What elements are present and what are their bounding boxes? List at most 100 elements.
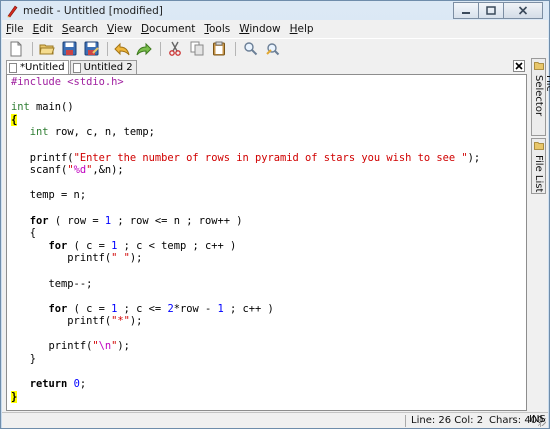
menu-search-mnemonic: S bbox=[61, 23, 69, 35]
code-line: scanf("%d",&n); bbox=[11, 164, 124, 177]
code-line: for ( row = 1 ; row <= n ; row++ ) bbox=[29, 214, 243, 227]
toolbar-separator bbox=[235, 41, 236, 56]
tab-untitled-2[interactable]: Untitled 2 bbox=[69, 60, 137, 74]
open-button[interactable] bbox=[39, 41, 55, 57]
new-file-button[interactable] bbox=[8, 41, 24, 57]
menu-edit[interactable]: Edit bbox=[33, 23, 53, 35]
code-line: printf(" "); bbox=[11, 252, 143, 265]
side-tab-label: File Selector bbox=[533, 75, 550, 117]
menu-search[interactable]: Search bbox=[62, 23, 98, 35]
code-line: printf("Enter the number of rows in pyra… bbox=[11, 151, 481, 164]
editor-frame: *Untitled Untitled 2 #include <stdio.h> … bbox=[2, 58, 529, 412]
code-line: temp--; bbox=[11, 277, 93, 290]
toolbar-separator bbox=[32, 41, 33, 56]
paste-button[interactable] bbox=[211, 41, 227, 57]
toolbar-separator bbox=[160, 41, 161, 56]
medit-app-icon bbox=[7, 5, 18, 17]
document-icon bbox=[9, 62, 17, 73]
document-tabs: *Untitled Untitled 2 bbox=[6, 60, 138, 74]
menu-search-label: earch bbox=[68, 23, 99, 35]
save-icon bbox=[62, 41, 76, 56]
menu-help-label: elp bbox=[297, 23, 314, 35]
side-panel: File Selector File List bbox=[529, 58, 550, 412]
menu-tools[interactable]: Tools bbox=[204, 23, 230, 35]
code-line: { bbox=[11, 227, 37, 240]
tab-file-selector[interactable]: File Selector bbox=[531, 58, 550, 136]
cut-button[interactable] bbox=[167, 41, 183, 57]
copy-icon bbox=[190, 41, 203, 56]
code-line: printf("*"); bbox=[11, 315, 143, 328]
tab-file-list[interactable]: File List bbox=[531, 138, 546, 194]
matched-brace: } bbox=[11, 390, 18, 403]
menu-document-label: ocument bbox=[149, 23, 196, 35]
menu-document[interactable]: Document bbox=[141, 23, 195, 35]
close-tab-button[interactable] bbox=[513, 60, 525, 72]
toolbar-separator bbox=[107, 41, 108, 56]
menu-document-mnemonic: D bbox=[140, 23, 150, 35]
code-line: } bbox=[11, 353, 37, 366]
window-title: medit - Untitled [modified] bbox=[23, 4, 163, 17]
status-bar: Line: 26 Col: 2 Chars: 400 bbox=[2, 412, 548, 428]
save-as-icon bbox=[84, 41, 99, 56]
menu-window[interactable]: Window bbox=[239, 23, 280, 35]
find-replace-button[interactable] bbox=[264, 41, 280, 57]
cursor-position: Line: 26 Col: 2 bbox=[411, 415, 484, 426]
folder-icon bbox=[534, 142, 544, 150]
save-button[interactable] bbox=[61, 41, 77, 57]
code-line: int row, c, n, temp; bbox=[29, 126, 155, 139]
folder-icon bbox=[534, 62, 544, 70]
undo-icon bbox=[114, 42, 130, 55]
copy-button[interactable] bbox=[189, 41, 205, 57]
maximize-icon bbox=[486, 6, 496, 15]
cut-icon bbox=[169, 41, 181, 56]
find-button[interactable] bbox=[242, 41, 258, 57]
menu-view-mnemonic: V bbox=[107, 23, 114, 35]
redo-icon bbox=[136, 42, 152, 55]
title-bar[interactable]: medit - Untitled [modified] bbox=[1, 1, 549, 20]
window-controls bbox=[453, 2, 543, 19]
close-window-button[interactable] bbox=[503, 2, 543, 19]
status-separator bbox=[405, 415, 406, 427]
code-editor[interactable]: #include <stdio.h> int main(){ int row, … bbox=[6, 74, 527, 411]
tab-label: *Untitled bbox=[20, 62, 65, 73]
menu-help[interactable]: Help bbox=[290, 23, 314, 35]
menu-bar: File Edit Search View Document Tools Win… bbox=[2, 20, 548, 38]
menu-edit-label: dit bbox=[39, 23, 53, 35]
minimize-button[interactable] bbox=[453, 2, 479, 19]
menu-help-mnemonic: H bbox=[289, 23, 298, 35]
code-line: temp = n; bbox=[11, 189, 87, 202]
tab-untitled[interactable]: *Untitled bbox=[6, 60, 69, 74]
open-folder-icon bbox=[39, 44, 55, 54]
code-line: printf("\n"); bbox=[11, 340, 130, 353]
code-line: for ( c = 1 ; c < temp ; c++ ) bbox=[48, 239, 237, 252]
maximize-button[interactable] bbox=[478, 2, 504, 19]
code-line: #include <stdio.h> bbox=[11, 76, 124, 88]
code-text: #include <stdio.h> int main(){ int row, … bbox=[7, 75, 526, 403]
insert-mode: INS bbox=[529, 414, 546, 425]
menu-view-label: iew bbox=[113, 23, 132, 35]
menu-file-label: ile bbox=[11, 23, 24, 35]
save-as-button[interactable] bbox=[83, 41, 99, 57]
menu-window-mnemonic: W bbox=[239, 23, 250, 35]
undo-button[interactable] bbox=[114, 41, 130, 57]
find-replace-icon bbox=[265, 43, 279, 56]
matched-brace: { bbox=[11, 113, 18, 126]
side-tab-label: File List bbox=[533, 155, 544, 193]
close-icon bbox=[518, 6, 528, 15]
menu-tools-label: ools bbox=[208, 23, 231, 35]
paste-icon bbox=[213, 41, 225, 56]
menu-file[interactable]: File bbox=[6, 23, 24, 35]
code-line: for ( c = 1 ; c <= 2*row - 1 ; c++ ) bbox=[48, 302, 274, 315]
menu-view[interactable]: View bbox=[107, 23, 132, 35]
toolbar bbox=[2, 38, 548, 58]
code-line: } bbox=[11, 390, 526, 404]
redo-button[interactable] bbox=[136, 41, 152, 57]
code-line: int main() bbox=[11, 101, 74, 114]
